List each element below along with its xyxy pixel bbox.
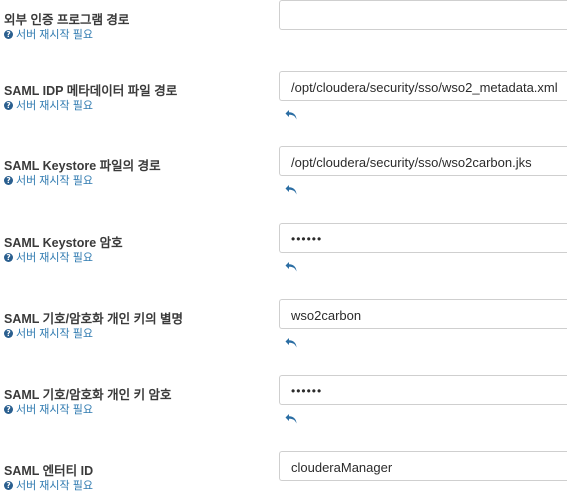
restart-required-text: 서버 재시작 필요 [16, 175, 93, 187]
restart-required-link[interactable]: ? 서버 재시작 필요 [4, 325, 93, 341]
saml-keystore-password-input[interactable]: •••••• [279, 223, 567, 253]
question-circle-icon: ? [4, 404, 13, 414]
restart-required-text: 서버 재시작 필요 [16, 100, 93, 112]
saml-private-key-password-input[interactable]: •••••• [279, 375, 567, 405]
restart-required-text: 서버 재시작 필요 [16, 404, 93, 416]
restart-required-link[interactable]: ? 서버 재시작 필요 [4, 26, 93, 42]
question-circle-icon: ? [4, 328, 13, 338]
question-circle-icon: ? [4, 252, 13, 262]
saml-private-key-alias-input[interactable]: wso2carbon [279, 299, 567, 329]
saml-idp-metadata-path-input[interactable]: /opt/cloudera/security/sso/wso2_metadata… [279, 71, 567, 101]
question-circle-icon: ? [4, 100, 13, 110]
question-circle-icon: ? [4, 480, 13, 490]
saml-entity-id-input[interactable]: clouderaManager [279, 451, 567, 481]
restart-required-link[interactable]: ? 서버 재시작 필요 [4, 477, 93, 493]
external-auth-path-input[interactable] [279, 0, 567, 30]
undo-arrow-icon[interactable] [285, 261, 299, 273]
restart-required-link[interactable]: ? 서버 재시작 필요 [4, 97, 93, 113]
saml-keystore-path-input[interactable]: /opt/cloudera/security/sso/wso2carbon.jk… [279, 146, 567, 176]
restart-required-link[interactable]: ? 서버 재시작 필요 [4, 249, 93, 265]
question-circle-icon: ? [4, 29, 13, 39]
question-circle-icon: ? [4, 175, 13, 185]
restart-required-link[interactable]: ? 서버 재시작 필요 [4, 172, 93, 188]
restart-required-link[interactable]: ? 서버 재시작 필요 [4, 401, 93, 417]
undo-arrow-icon[interactable] [285, 184, 299, 196]
undo-arrow-icon[interactable] [285, 337, 299, 349]
restart-required-text: 서버 재시작 필요 [16, 480, 93, 492]
restart-required-text: 서버 재시작 필요 [16, 252, 93, 264]
restart-required-text: 서버 재시작 필요 [16, 328, 93, 340]
undo-arrow-icon[interactable] [285, 413, 299, 425]
undo-arrow-icon[interactable] [285, 109, 299, 121]
restart-required-text: 서버 재시작 필요 [16, 29, 93, 41]
